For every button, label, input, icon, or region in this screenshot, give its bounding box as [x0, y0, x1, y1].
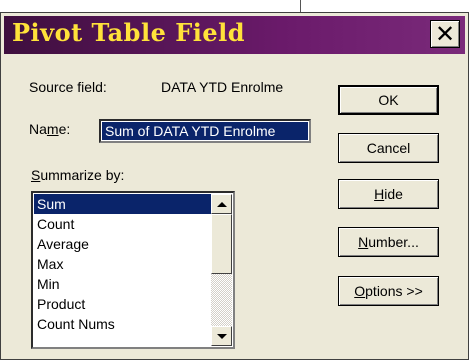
name-label-mnemonic: m	[46, 121, 59, 137]
hide-mnemonic: H	[374, 186, 385, 202]
pivot-table-field-dialog: Pivot Table Field ✕ Source field: DATA Y…	[0, 12, 469, 360]
number-button[interactable]: Number...	[338, 227, 439, 257]
summarize-by-listbox[interactable]: Sum Count Average Max Min Product Count …	[31, 191, 235, 349]
scroll-up-arrow-icon	[216, 201, 227, 207]
list-item-product[interactable]: Product	[34, 294, 212, 314]
name-input[interactable]: Sum of DATA YTD Enrolme	[99, 119, 311, 143]
name-label-part: e:	[58, 121, 71, 137]
cancel-button[interactable]: Cancel	[338, 133, 439, 163]
name-input-value: Sum of DATA YTD Enrolme	[102, 122, 308, 140]
summarize-label-rest: ummarize by:	[40, 167, 125, 183]
summarize-label-mnemonic: S	[31, 167, 41, 183]
ok-button[interactable]: OK	[338, 85, 439, 115]
list-item-sum[interactable]: Sum	[34, 194, 212, 214]
list-item-min[interactable]: Min	[34, 274, 212, 294]
list-item-max[interactable]: Max	[34, 254, 212, 274]
dialog-title: Pivot Table Field	[12, 18, 246, 47]
hide-rest: ide	[384, 186, 403, 202]
hide-button[interactable]: Hide	[338, 179, 439, 209]
number-mnemonic: N	[358, 234, 369, 250]
scroll-up-button[interactable]	[211, 194, 232, 214]
source-field-value: DATA YTD Enrolme	[161, 79, 284, 95]
list-items: Sum Count Average Max Min Product Count …	[34, 194, 212, 334]
options-button[interactable]: Options >>	[338, 276, 439, 306]
ok-button-label: OK	[378, 92, 399, 108]
scroll-down-button[interactable]	[211, 326, 232, 346]
list-item-count-nums[interactable]: Count Nums	[34, 314, 212, 334]
close-button[interactable]: ✕	[430, 20, 460, 48]
title-bar[interactable]: Pivot Table Field ✕	[4, 16, 465, 54]
scroll-down-arrow-icon	[216, 333, 227, 339]
name-label-part: Na	[29, 121, 47, 137]
cancel-button-label: Cancel	[366, 140, 411, 156]
number-rest: umber...	[368, 234, 419, 250]
close-icon: ✕	[434, 20, 456, 48]
summarize-by-label: Summarize by:	[31, 167, 124, 183]
name-label: Name:	[29, 121, 70, 137]
scroll-thumb[interactable]	[211, 214, 232, 274]
options-mnemonic: O	[354, 283, 366, 299]
vertical-scrollbar[interactable]	[211, 194, 232, 346]
list-item-average[interactable]: Average	[34, 234, 212, 254]
options-rest: ptions >>	[365, 283, 423, 299]
gridline	[300, 0, 301, 12]
source-field-label: Source field:	[29, 79, 107, 95]
list-item-count[interactable]: Count	[34, 214, 212, 234]
